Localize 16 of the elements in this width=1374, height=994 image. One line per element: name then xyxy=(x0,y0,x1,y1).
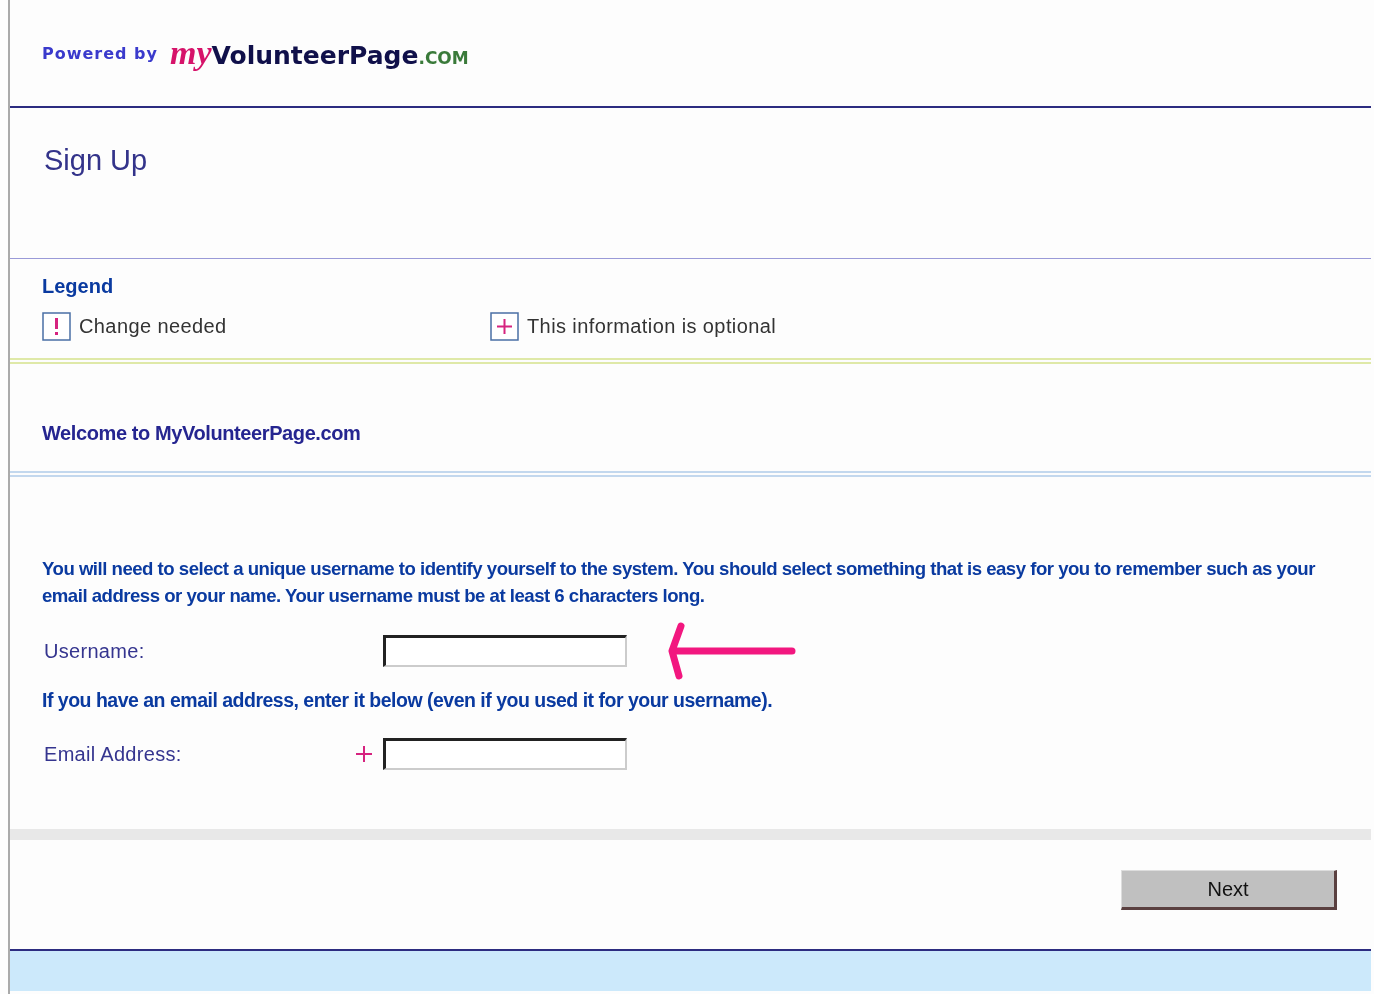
exclamation-icon xyxy=(42,312,71,341)
input-field[interactable] xyxy=(383,635,627,667)
plus-icon xyxy=(490,312,519,341)
instruction-text: If you have an email address, enter it below (even if you used it for your username). xyxy=(42,689,774,712)
legend-title: Legend xyxy=(42,275,114,298)
next-button[interactable]: Next xyxy=(1121,870,1337,910)
legend-label: This information is optional xyxy=(527,315,777,338)
welcome-heading: Welcome to MyVolunteerPage.com xyxy=(42,422,361,444)
page-title: Sign Up xyxy=(44,144,148,176)
powered-by-text: Powered by xyxy=(42,43,158,63)
field-label: Username: xyxy=(44,639,146,663)
input-field[interactable] xyxy=(383,738,627,770)
field-label: Email Address: xyxy=(44,742,183,766)
logo: myVolunteerPage.COM xyxy=(170,34,469,72)
instruction-text: You will need to select a unique username to identify yourself to the system. You should select something that is easy for you to remember such as your email address or your name. Your username must be at least 6 characters long. xyxy=(42,557,1317,608)
legend-label: Change needed xyxy=(79,315,227,338)
